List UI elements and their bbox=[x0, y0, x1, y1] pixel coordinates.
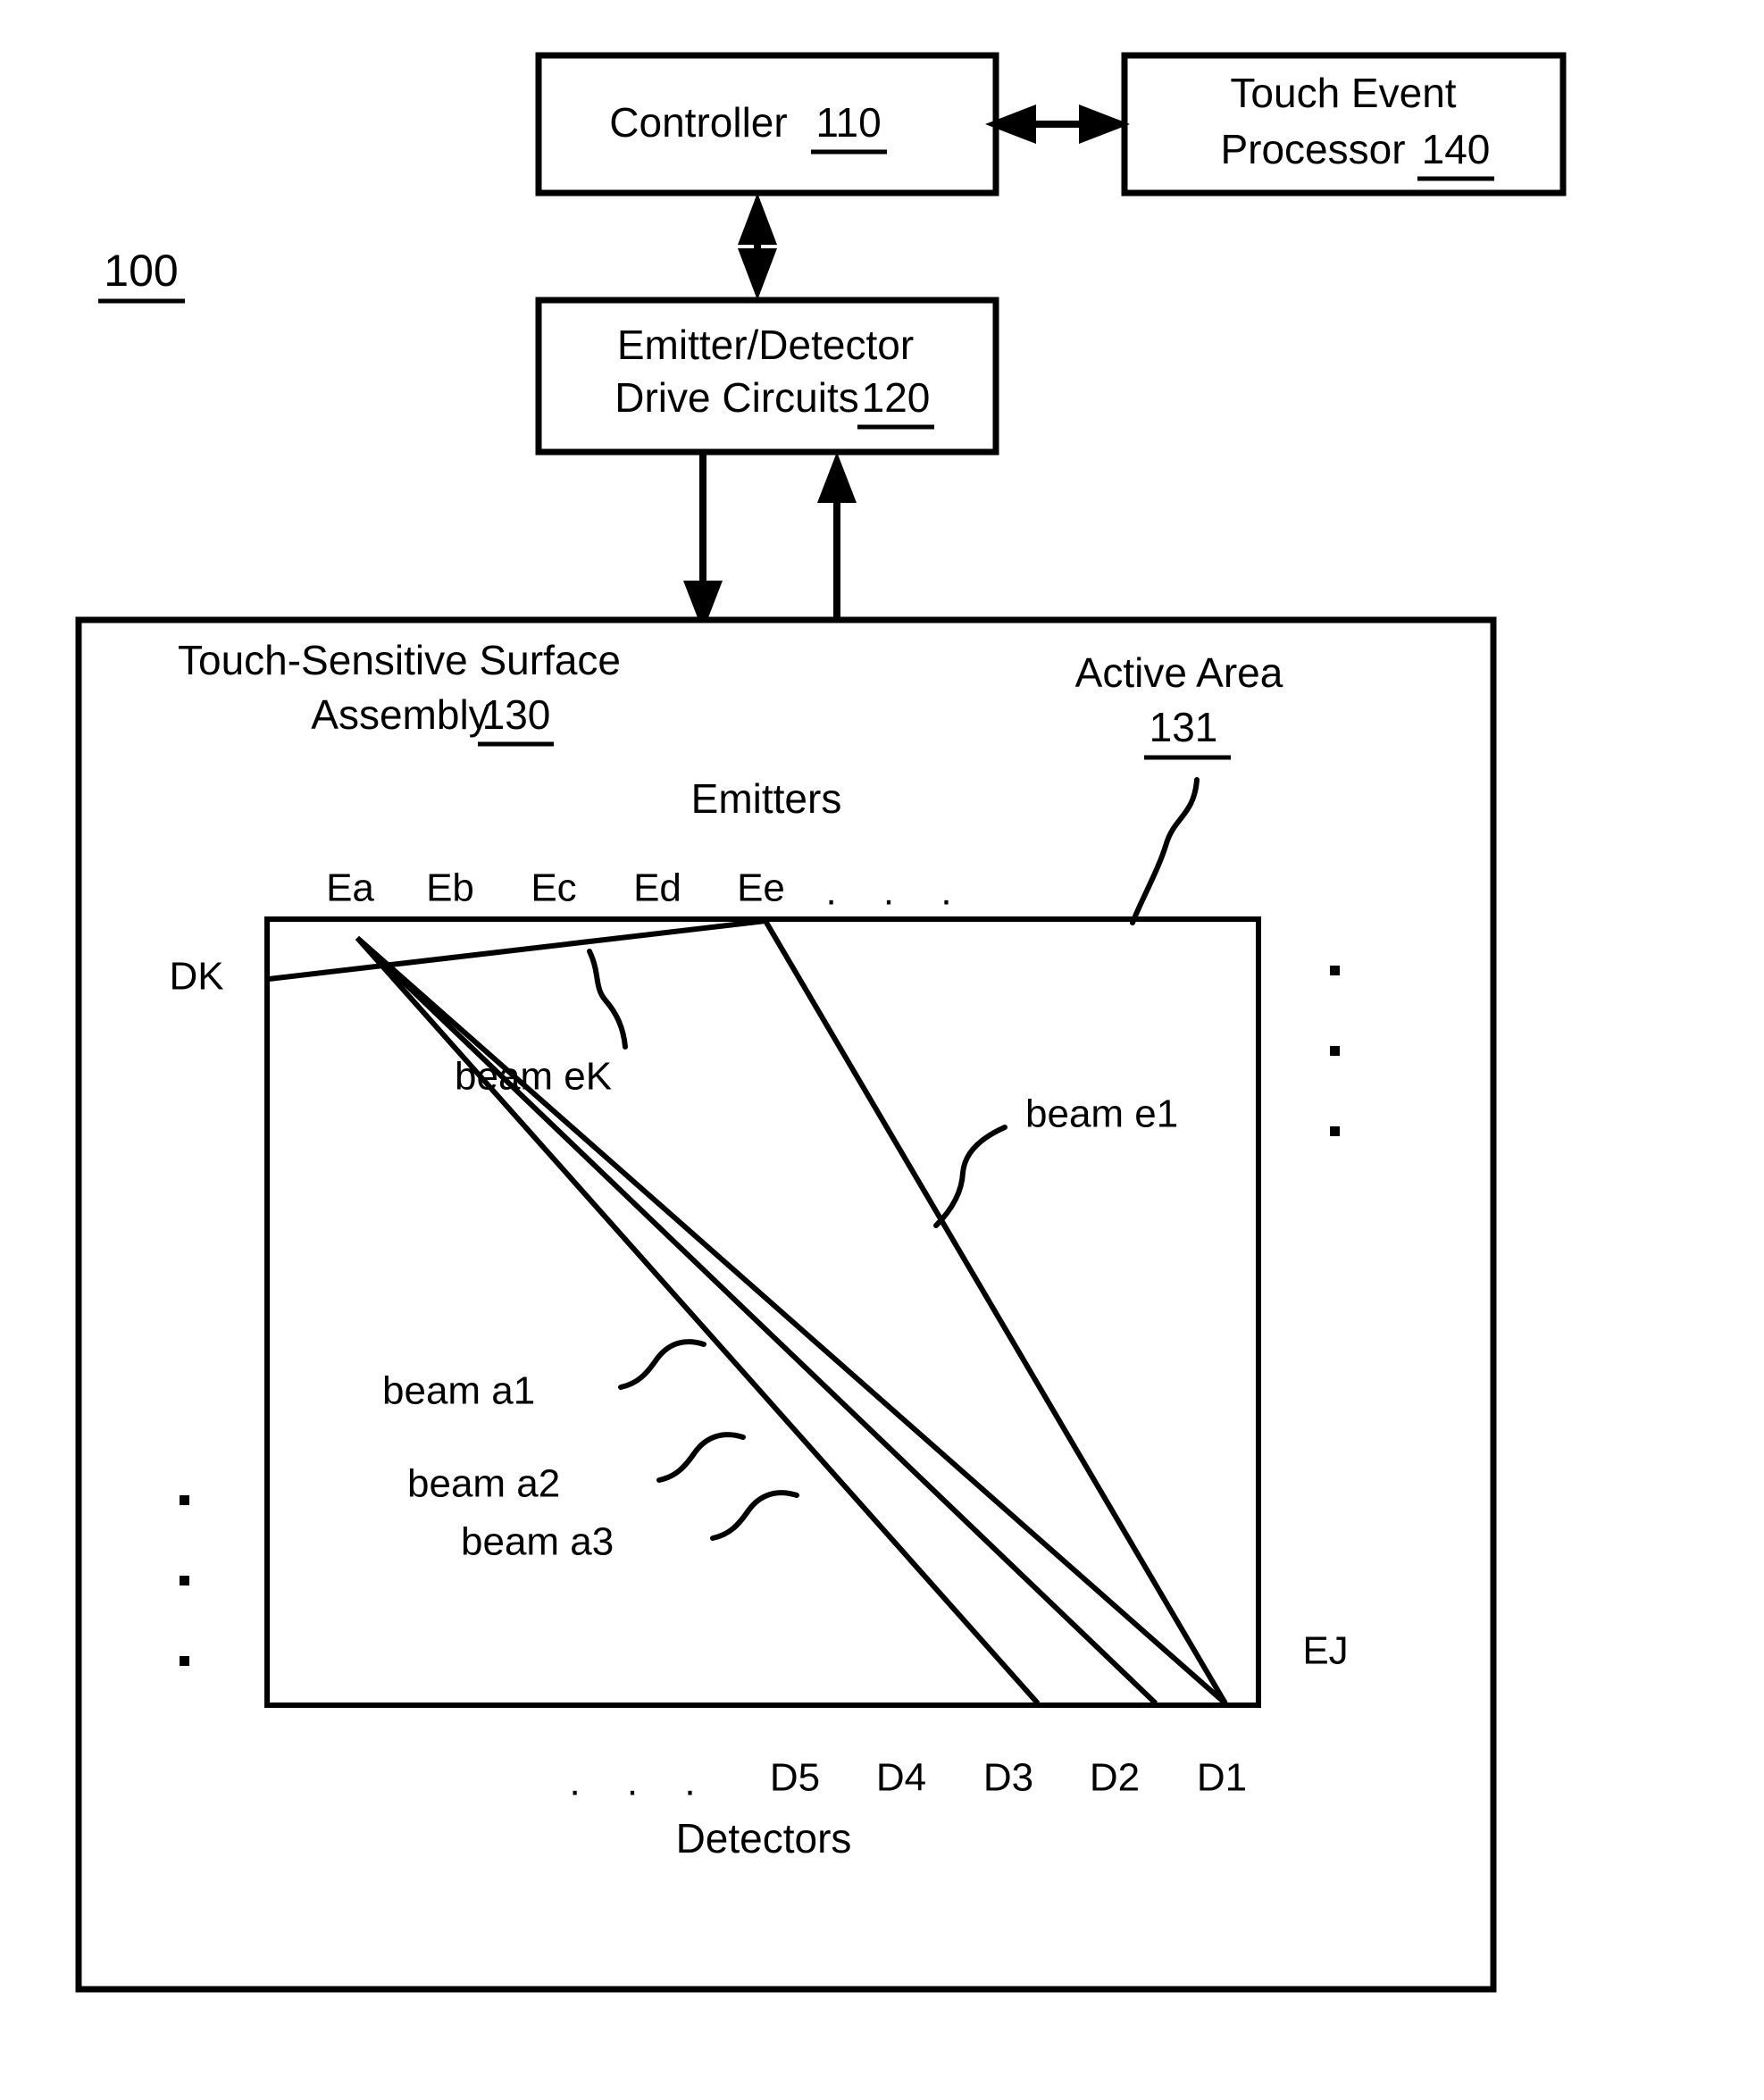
emitter-label-eb: Eb bbox=[426, 866, 474, 910]
emitter-label-ec: Ec bbox=[531, 866, 576, 910]
detector-label-d1: D1 bbox=[1197, 1756, 1247, 1800]
beam-e1-label: beam e1 bbox=[1025, 1092, 1178, 1136]
controller-block[interactable]: Controller 110 bbox=[535, 52, 999, 197]
detector-ellipsis: . . . bbox=[569, 1761, 713, 1804]
port-label-dk: DK bbox=[169, 955, 223, 999]
emitter-label-ea: Ea bbox=[326, 866, 374, 910]
system-block-diagram: 100 Controller 110 Touch Event Processor… bbox=[75, 52, 1567, 1993]
touch-event-processor-ref: 140 bbox=[1422, 126, 1491, 172]
assembly-label-line2: Assembly bbox=[311, 691, 489, 738]
drive-circuits-ref: 120 bbox=[862, 374, 931, 421]
controller-ref: 110 bbox=[815, 99, 881, 146]
beam-a2-label: beam a2 bbox=[407, 1462, 560, 1506]
beam-a3-label: beam a3 bbox=[461, 1520, 614, 1564]
left-ellipsis-dot-1 bbox=[180, 1495, 189, 1505]
drive-circuits-label-line1: Emitter/Detector bbox=[617, 322, 914, 368]
figure-reference-numeral: 100 bbox=[98, 246, 185, 304]
beam-a1-label: beam a1 bbox=[382, 1369, 535, 1413]
emitter-label-ee: Ee bbox=[737, 866, 785, 910]
assembly-ref: 130 bbox=[482, 691, 551, 738]
patent-figure: 100 Controller 110 Touch Event Processor… bbox=[0, 0, 1764, 2100]
detectors-heading: Detectors bbox=[676, 1815, 852, 1862]
controller-processor-arrow bbox=[985, 105, 1130, 144]
emitters-heading: Emitters bbox=[691, 775, 842, 822]
assembly-drive-up-arrowhead bbox=[817, 452, 857, 503]
controller-drive-arrow bbox=[738, 193, 777, 300]
right-ellipsis-dot-3 bbox=[1330, 1126, 1340, 1136]
drive-assembly-down-arrow bbox=[683, 452, 723, 632]
active-area-label: Active Area bbox=[1075, 649, 1283, 696]
assembly-drive-up-arrow bbox=[817, 452, 857, 630]
controller-drive-arrowhead-down bbox=[738, 248, 777, 300]
drive-circuits-label-line2: Drive Circuits bbox=[614, 374, 858, 421]
controller-label: Controller bbox=[609, 99, 787, 146]
touch-event-processor-label-line2: Processor bbox=[1220, 126, 1405, 172]
left-ellipsis-dot-2 bbox=[180, 1576, 189, 1585]
assembly-label-line1: Touch-Sensitive Surface bbox=[178, 637, 621, 683]
drive-circuits-block[interactable]: Emitter/Detector Drive Circuits 120 bbox=[535, 297, 999, 456]
detector-label-d3: D3 bbox=[983, 1756, 1033, 1800]
touch-event-processor-label-line1: Touch Event bbox=[1230, 70, 1456, 116]
beam-ek-label: beam eK bbox=[455, 1055, 612, 1099]
emitter-ellipsis: . . . bbox=[825, 870, 969, 914]
touch-event-processor-block[interactable]: Touch Event Processor 140 bbox=[1121, 52, 1567, 197]
detector-label-d2: D2 bbox=[1090, 1756, 1140, 1800]
controller-drive-arrowhead-up bbox=[738, 193, 777, 245]
detector-label-d4: D4 bbox=[876, 1756, 926, 1800]
right-ellipsis-dot-1 bbox=[1330, 966, 1340, 975]
emitter-label-ed: Ed bbox=[633, 866, 681, 910]
active-area-ref: 131 bbox=[1150, 704, 1218, 750]
right-ellipsis-dot-2 bbox=[1330, 1046, 1340, 1056]
detector-label-d5: D5 bbox=[770, 1756, 820, 1800]
port-label-ej: EJ bbox=[1302, 1629, 1348, 1673]
figure-ref-text: 100 bbox=[104, 246, 178, 296]
left-ellipsis-dot-3 bbox=[180, 1656, 189, 1666]
